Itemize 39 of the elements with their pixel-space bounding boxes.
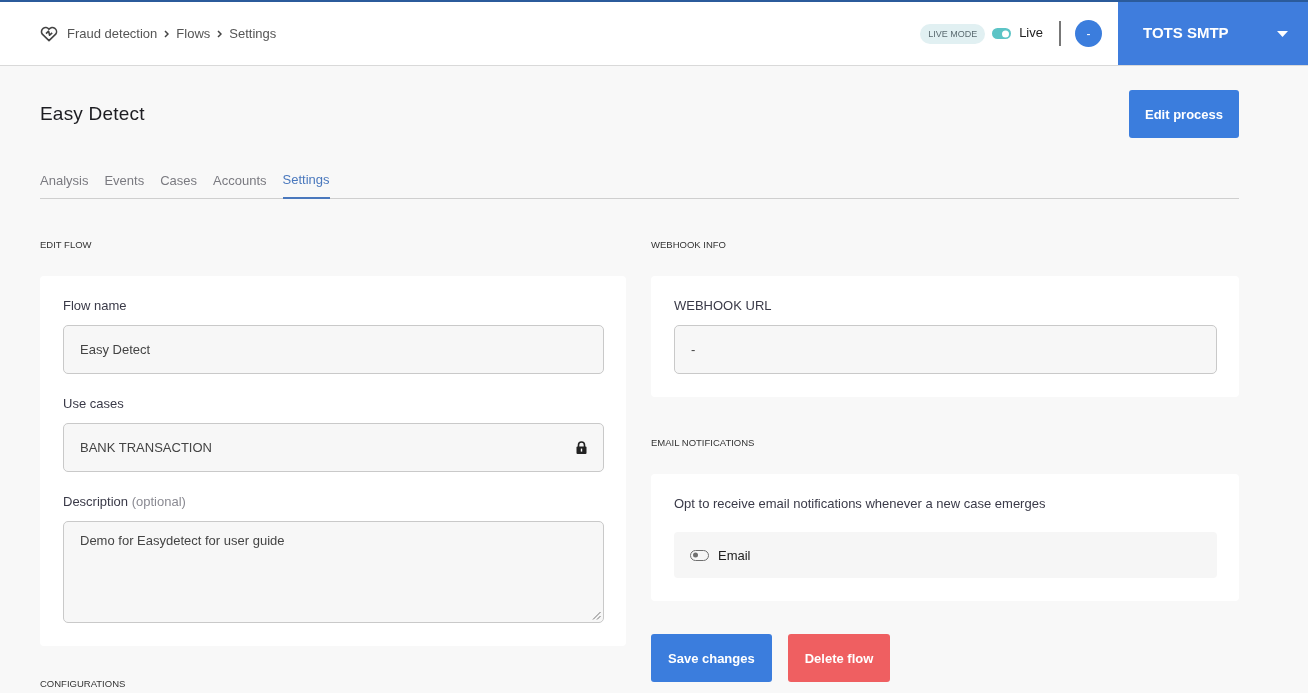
field-label: Use cases	[63, 396, 124, 411]
field-label: WEBHOOK URL	[674, 298, 772, 313]
toggle-label: Live	[1019, 24, 1043, 40]
page-title: Easy Detect	[40, 103, 145, 125]
section-heading: EDIT FLOW	[40, 239, 93, 250]
heart-icon	[40, 25, 58, 42]
input-field[interactable]: -	[674, 325, 1217, 374]
field-label: Flow name	[63, 298, 127, 313]
tab[interactable]: Cases	[160, 164, 198, 199]
tab[interactable]: Settings	[282, 164, 330, 199]
breadcrumb-link[interactable]: Fraud detection	[67, 26, 158, 41]
save-button[interactable]: Save changes	[651, 634, 772, 682]
input-field[interactable]: Easy Detect	[63, 325, 604, 374]
breadcrumb-link[interactable]: Flows	[176, 26, 211, 41]
resize-handle-icon[interactable]	[592, 611, 601, 620]
section-heading: CONFIGURATIONS	[40, 678, 127, 689]
toggle-switch[interactable]	[690, 549, 709, 561]
breadcrumb-current: Settings	[229, 26, 277, 41]
notification-description: Opt to receive email notifications whenever a new case emerges	[674, 496, 1047, 512]
optional-hint: (optional)	[131, 494, 186, 509]
toggle-switch[interactable]	[992, 28, 1012, 39]
text-area[interactable]: Demo for Easydetect for user guide	[63, 521, 604, 623]
toggle-label: Email	[718, 547, 751, 563]
section-heading: WEBHOOK INFO	[651, 239, 727, 250]
chevron-icon	[164, 29, 170, 38]
field-label: Description	[63, 494, 129, 509]
lock-icon	[576, 441, 587, 454]
section-heading: EMAIL NOTIFICATIONS	[651, 437, 756, 448]
delete-button[interactable]: Delete flow	[787, 634, 891, 682]
caret-icon	[1277, 30, 1288, 37]
mode-badge: LIVE MODE	[920, 23, 986, 44]
account-menu-button[interactable]: TOTS SMTP	[1118, 2, 1308, 65]
tab[interactable]: Accounts	[213, 164, 267, 199]
input-field[interactable]: BANK TRANSACTION	[63, 423, 604, 472]
chevron-icon	[217, 29, 223, 38]
tab[interactable]: Analysis	[40, 164, 89, 199]
tab[interactable]: Events	[104, 164, 145, 199]
edit-process-button[interactable]: Edit process	[1128, 90, 1239, 138]
avatar-button[interactable]: -	[1075, 20, 1102, 47]
